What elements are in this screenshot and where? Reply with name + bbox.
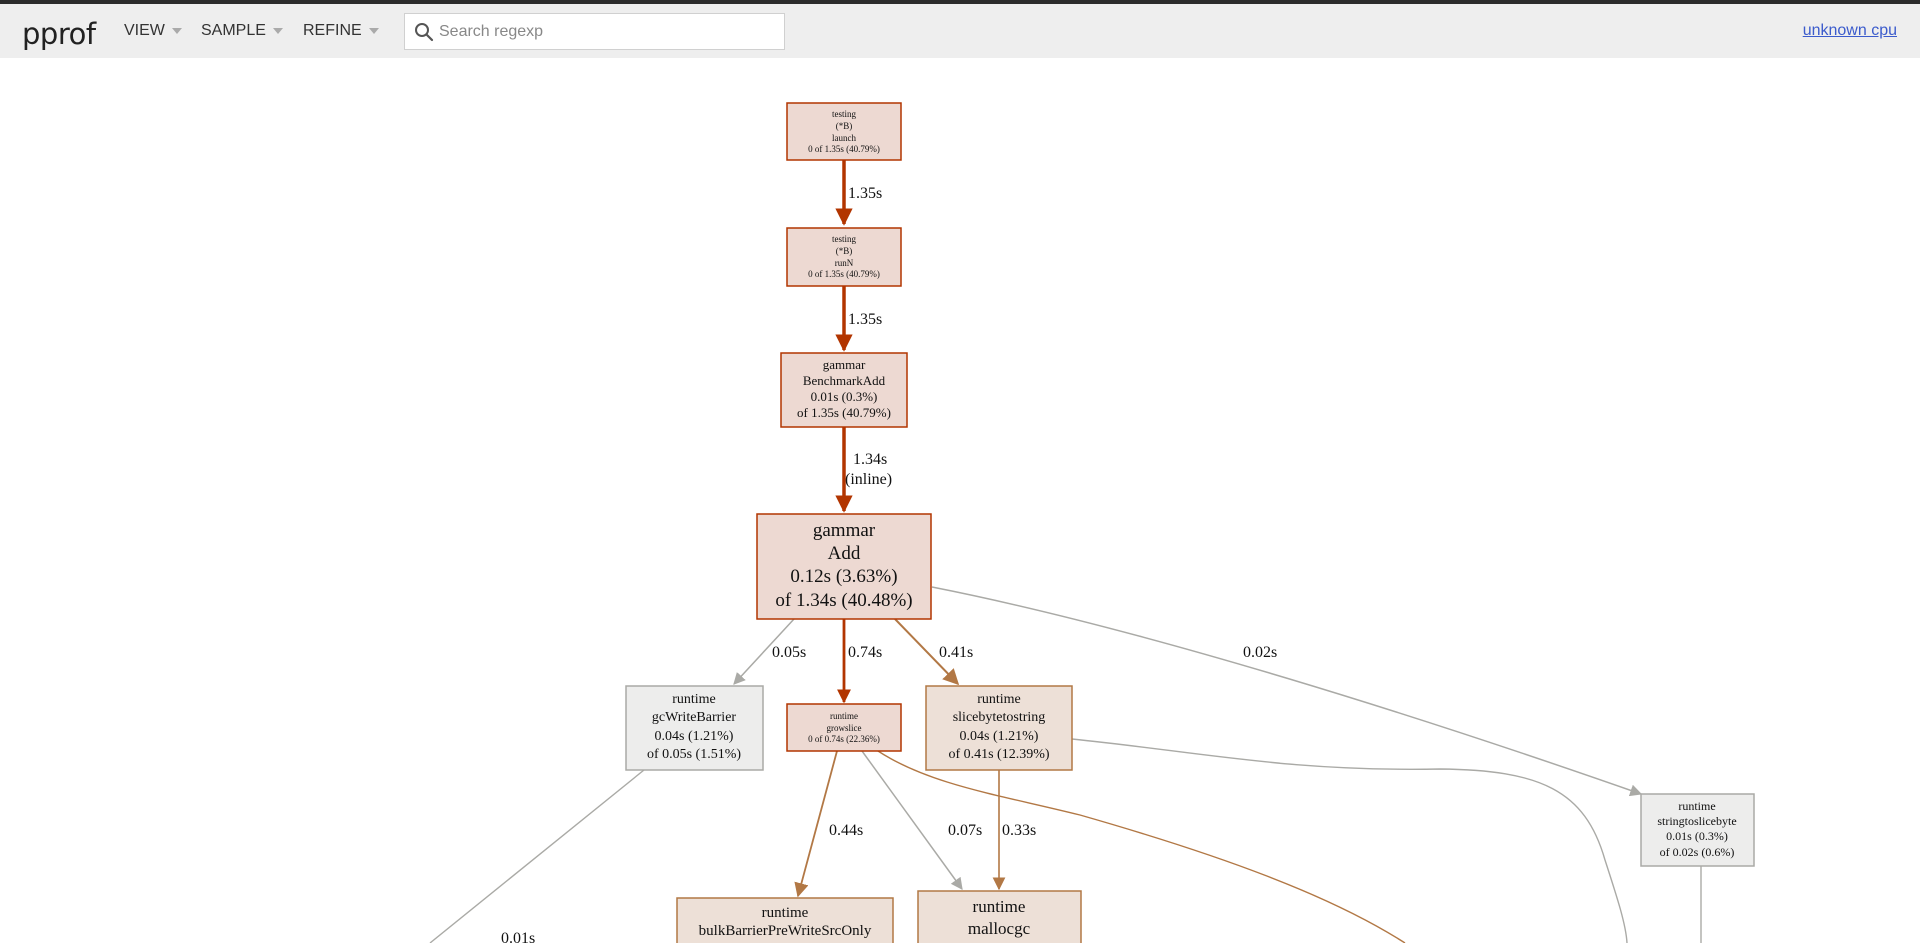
caret-down-icon bbox=[272, 28, 283, 34]
node-label: bulkBarrierPreWriteSrcOnly bbox=[699, 923, 872, 939]
edge-runN-benchmarkadd[interactable]: 1.35s bbox=[835, 286, 882, 352]
edge-label: 0.02s bbox=[1243, 644, 1277, 661]
app-logo: pprof bbox=[22, 17, 96, 51]
node-label: gcWriteBarrier bbox=[652, 710, 737, 725]
node-label: gammar bbox=[813, 520, 876, 541]
edge-add-slicebytetostring[interactable]: 0.41s bbox=[894, 618, 973, 686]
node-label: runtime bbox=[1678, 799, 1715, 813]
node-runtime-mallocgc[interactable]: runtime mallocgc bbox=[917, 890, 1082, 943]
search-input[interactable] bbox=[439, 14, 769, 49]
edge-gcwritebarrier-offscreen[interactable]: 0.01s bbox=[429, 769, 645, 943]
search-box bbox=[404, 13, 785, 50]
node-runtime-growslice[interactable]: runtime growslice 0 of 0.74s (22.36%) bbox=[786, 703, 902, 752]
node-testing-b-runn[interactable]: testing (*B) runN 0 of 1.35s (40.79%) bbox=[786, 227, 902, 287]
sample-menu-label: SAMPLE bbox=[201, 22, 266, 39]
caret-down-icon bbox=[368, 28, 379, 34]
node-label: 0 of 1.35s (40.79%) bbox=[808, 144, 880, 154]
caret-down-icon bbox=[171, 28, 182, 34]
edge-label: 0.33s bbox=[1002, 822, 1036, 839]
node-label: of 1.34s (40.48%) bbox=[775, 590, 912, 611]
node-testing-b-launch[interactable]: testing (*B) launch 0 of 1.35s (40.79%) bbox=[786, 102, 902, 161]
node-label: 0 of 0.74s (22.36%) bbox=[808, 734, 880, 744]
edge-label: 0.41s bbox=[939, 644, 973, 661]
toolbar: pprof VIEW SAMPLE REFINE unknown cpu bbox=[0, 4, 1920, 58]
edge-launch-runN[interactable]: 1.35s bbox=[835, 160, 882, 226]
edge-benchmarkadd-add[interactable]: 1.34s (inline) bbox=[835, 427, 892, 513]
node-runtime-stringtoslicebyte[interactable]: runtime stringtoslicebyte 0.01s (0.3%) o… bbox=[1640, 793, 1755, 867]
view-menu[interactable]: VIEW bbox=[124, 22, 182, 40]
edge-label: 0.01s bbox=[501, 930, 535, 943]
edge-label: (inline) bbox=[845, 471, 892, 488]
call-graph: 1.35s 1.35s 1.34s (inline) 0.05s 0.74s 0… bbox=[429, 102, 1755, 943]
edge-label: 1.34s bbox=[853, 451, 887, 468]
unknown-cpu-link[interactable]: unknown cpu bbox=[1803, 22, 1897, 40]
node-label: stringtoslicebyte bbox=[1657, 814, 1736, 828]
edge-growslice-mallocgc[interactable]: 0.07s bbox=[861, 750, 982, 890]
node-runtime-bulkbarrierprewritesrconly[interactable]: runtime bulkBarrierPreWriteSrcOnly bbox=[676, 897, 894, 943]
node-label: 0.12s (3.63%) bbox=[790, 566, 897, 587]
node-label: 0.01s (0.3%) bbox=[1666, 829, 1728, 843]
edge-add-growslice[interactable]: 0.74s bbox=[837, 619, 882, 704]
edge-label: 1.35s bbox=[848, 311, 882, 328]
node-label: of 0.02s (0.6%) bbox=[1660, 845, 1735, 859]
edge-label: 0.74s bbox=[848, 644, 882, 661]
search-icon bbox=[415, 23, 434, 42]
node-label: runtime bbox=[762, 905, 809, 921]
refine-menu-label: REFINE bbox=[303, 22, 362, 39]
node-gammar-benchmarkadd[interactable]: gammar BenchmarkAdd 0.01s (0.3%) of 1.35… bbox=[780, 352, 908, 428]
node-label: growslice bbox=[827, 723, 862, 733]
node-label: runtime bbox=[973, 897, 1026, 916]
node-label: BenchmarkAdd bbox=[803, 373, 886, 388]
edge-slicebytetostring-mallocgc[interactable]: 0.33s bbox=[992, 770, 1036, 891]
node-label: of 0.05s (1.51%) bbox=[647, 747, 741, 762]
node-label: runtime bbox=[672, 692, 716, 707]
node-label: runtime bbox=[830, 711, 858, 721]
view-menu-label: VIEW bbox=[124, 22, 165, 39]
node-gammar-add[interactable]: gammar Add 0.12s (3.63%) of 1.34s (40.48… bbox=[756, 513, 932, 620]
edge-growslice-bulkbarrier[interactable]: 0.44s bbox=[794, 750, 863, 898]
node-label: 0.04s (1.21%) bbox=[655, 729, 734, 744]
edge-label: 0.05s bbox=[772, 644, 806, 661]
node-label: slicebytetostring bbox=[953, 710, 1046, 725]
node-label: of 1.35s (40.79%) bbox=[797, 405, 891, 420]
node-label: testing bbox=[832, 234, 856, 244]
edge-label: 1.35s bbox=[848, 185, 882, 202]
node-label: mallocgc bbox=[968, 919, 1031, 938]
node-label: runN bbox=[835, 258, 854, 268]
sample-menu[interactable]: SAMPLE bbox=[201, 22, 283, 40]
refine-menu[interactable]: REFINE bbox=[303, 22, 379, 40]
node-runtime-gcwritebarrier[interactable]: runtime gcWriteBarrier 0.04s (1.21%) of … bbox=[625, 685, 764, 771]
node-label: testing bbox=[832, 109, 856, 119]
node-label: (*B) bbox=[836, 121, 853, 131]
node-label: runtime bbox=[977, 692, 1021, 707]
node-runtime-slicebytetostring[interactable]: runtime slicebytetostring 0.04s (1.21%) … bbox=[925, 685, 1073, 771]
node-label: Add bbox=[828, 543, 861, 564]
node-label: (*B) bbox=[836, 246, 853, 256]
node-label: 0.01s (0.3%) bbox=[811, 389, 878, 404]
node-label: launch bbox=[832, 133, 856, 143]
edge-label: 0.44s bbox=[829, 822, 863, 839]
node-label: 0.04s (1.21%) bbox=[960, 729, 1039, 744]
node-label: gammar bbox=[823, 357, 866, 372]
node-label: 0 of 1.35s (40.79%) bbox=[808, 269, 880, 279]
edge-add-gcwritebarrier[interactable]: 0.05s bbox=[733, 618, 806, 685]
node-label: of 0.41s (12.39%) bbox=[948, 747, 1049, 762]
edge-label: 0.07s bbox=[948, 822, 982, 839]
